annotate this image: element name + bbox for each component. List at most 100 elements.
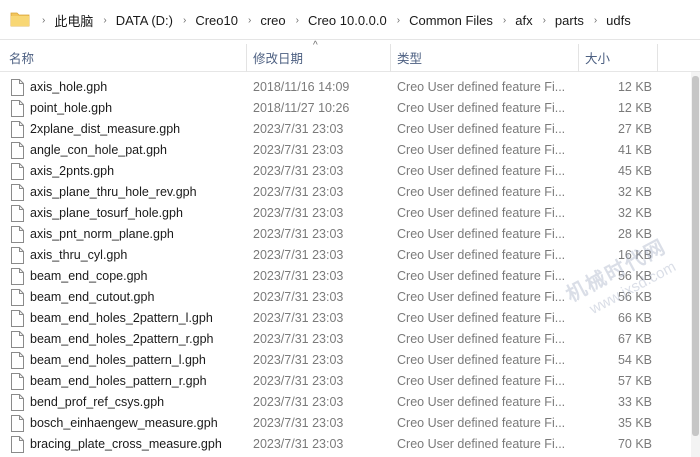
chevron-right-icon[interactable]: › (248, 15, 251, 26)
file-name: point_hole.gph (30, 101, 113, 115)
file-type: Creo User defined feature Fi... (397, 143, 566, 157)
file-date: 2023/7/31 23:03 (253, 437, 344, 451)
file-name: beam_end_holes_pattern_l.gph (30, 353, 206, 367)
breadcrumb-item[interactable]: Creo 10.0.0.0 (308, 13, 387, 28)
file-size: 66 KB (617, 311, 652, 325)
file-size: 56 KB (617, 290, 652, 304)
file-type: Creo User defined feature Fi... (397, 248, 566, 262)
file-name: beam_end_holes_2pattern_r.gph (30, 332, 214, 346)
file-row[interactable]: axis_pnt_norm_plane.gph 2023/7/31 23:03 Cr… (0, 224, 700, 245)
file-size: 12 KB (617, 80, 652, 94)
file-name: beam_end_holes_pattern_r.gph (30, 374, 207, 388)
file-type: Creo User defined feature Fi... (397, 80, 566, 94)
column-header-type[interactable]: 类型 (397, 44, 422, 72)
file-type: Creo User defined feature Fi... (397, 290, 566, 304)
file-icon (11, 415, 24, 432)
file-row[interactable]: beam_end_cope.gph 2023/7/31 23:03 Creo Use… (0, 266, 700, 287)
file-row[interactable]: bend_prof_ref_csys.gph 2023/7/31 23:03 Cre… (0, 392, 700, 413)
file-icon (11, 184, 24, 201)
file-type: Creo User defined feature Fi... (397, 437, 566, 451)
file-size: 70 KB (617, 437, 652, 451)
address-bar[interactable]: › 此电脑 › DATA (D:) › Creo10 › creo › Creo 10.0.0.0… (0, 0, 700, 40)
file-icon (11, 247, 24, 264)
breadcrumb-item[interactable]: parts (555, 13, 584, 28)
breadcrumb-item[interactable]: udfs (606, 13, 631, 28)
file-type: Creo User defined feature Fi... (397, 395, 566, 409)
file-name: bracing_plate_cross_measure.gph (30, 437, 222, 451)
breadcrumb-item[interactable]: Common Files (409, 13, 493, 28)
file-row[interactable]: point_hole.gph 2018/11/27 10:26 Creo User … (0, 98, 700, 119)
file-row[interactable]: angle_con_hole_pat.gph 2023/7/31 23:03 Cre… (0, 140, 700, 161)
file-size: 12 KB (617, 101, 652, 115)
file-row[interactable]: 2xplane_dist_measure.gph 2023/7/31 23:03 C… (0, 119, 700, 140)
chevron-right-icon[interactable]: › (296, 15, 299, 26)
file-date: 2023/7/31 23:03 (253, 248, 344, 262)
file-date: 2023/7/31 23:03 (253, 122, 344, 136)
file-type: Creo User defined feature Fi... (397, 269, 566, 283)
column-divider[interactable] (657, 44, 658, 72)
scrollbar-thumb[interactable] (692, 76, 699, 436)
file-row[interactable]: axis_thru_cyl.gph 2023/7/31 23:03 Creo Use… (0, 245, 700, 266)
file-name: axis_thru_cyl.gph (30, 248, 128, 262)
file-date: 2023/7/31 23:03 (253, 164, 344, 178)
file-icon (11, 205, 24, 222)
breadcrumb-item[interactable]: DATA (D:) (116, 13, 173, 28)
file-row[interactable]: axis_2pnts.gph 2023/7/31 23:03 Creo User d… (0, 161, 700, 182)
file-icon (11, 310, 24, 327)
breadcrumb-item[interactable]: 此电脑 (54, 11, 93, 30)
chevron-right-icon[interactable]: › (397, 15, 400, 26)
breadcrumb-item[interactable]: creo (260, 13, 285, 28)
file-icon (11, 100, 24, 117)
chevron-right-icon[interactable]: › (103, 15, 106, 26)
breadcrumb-item[interactable]: Creo10 (195, 13, 238, 28)
file-size: 27 KB (617, 122, 652, 136)
sort-up-icon: ^ (313, 40, 318, 51)
file-name: axis_plane_tosurf_hole.gph (30, 206, 183, 220)
file-row[interactable]: bosch_einhaengew_measure.gph 2023/7/31 23… (0, 413, 700, 434)
file-icon (11, 373, 24, 390)
file-type: Creo User defined feature Fi... (397, 185, 566, 199)
file-name: bend_prof_ref_csys.gph (30, 395, 165, 409)
file-row[interactable]: beam_end_holes_2pattern_l.gph 2023/7/31 2… (0, 308, 700, 329)
chevron-right-icon[interactable]: › (543, 15, 546, 26)
file-row[interactable]: axis_plane_tosurf_hole.gph 2023/7/31 23:0… (0, 203, 700, 224)
file-icon (11, 226, 24, 243)
chevron-right-icon[interactable]: › (42, 15, 45, 26)
file-size: 33 KB (617, 395, 652, 409)
file-size: 54 KB (617, 353, 652, 367)
file-row[interactable]: beam_end_cutout.gph 2023/7/31 23:03 Creo U… (0, 287, 700, 308)
column-header-size[interactable]: 大小 (585, 44, 610, 72)
file-size: 32 KB (617, 185, 652, 199)
file-row[interactable]: bracing_plate_cross_measure.gph 2023/7/31… (0, 434, 700, 455)
chevron-right-icon[interactable]: › (183, 15, 186, 26)
file-row[interactable]: beam_end_holes_pattern_r.gph 2023/7/31 23… (0, 371, 700, 392)
folder-icon (10, 12, 30, 27)
file-size: 32 KB (617, 206, 652, 220)
file-icon (11, 394, 24, 411)
column-header-date[interactable]: 修改日期 (253, 44, 303, 72)
chevron-right-icon[interactable]: › (503, 15, 506, 26)
column-header-name[interactable]: 名称 (9, 44, 34, 72)
file-name: beam_end_cope.gph (30, 269, 148, 283)
column-divider[interactable] (390, 44, 391, 72)
file-size: 16 KB (617, 248, 652, 262)
file-date: 2023/7/31 23:03 (253, 290, 344, 304)
file-name: beam_end_cutout.gph (30, 290, 155, 304)
file-row[interactable]: axis_hole.gph 2018/11/16 14:09 Creo User d… (0, 77, 700, 98)
file-icon (11, 142, 24, 159)
column-divider[interactable] (578, 44, 579, 72)
file-icon (11, 436, 24, 453)
column-divider[interactable] (246, 44, 247, 72)
file-row[interactable]: beam_end_holes_2pattern_r.gph 2023/7/31 2… (0, 329, 700, 350)
file-size: 57 KB (617, 374, 652, 388)
chevron-right-icon[interactable]: › (594, 15, 597, 26)
file-size: 67 KB (617, 332, 652, 346)
file-row[interactable]: axis_plane_thru_hole_rev.gph 2023/7/31 23… (0, 182, 700, 203)
file-type: Creo User defined feature Fi... (397, 416, 566, 430)
file-type: Creo User defined feature Fi... (397, 227, 566, 241)
file-row[interactable]: beam_end_holes_pattern_l.gph 2023/7/31 23… (0, 350, 700, 371)
file-type: Creo User defined feature Fi... (397, 164, 566, 178)
file-name: 2xplane_dist_measure.gph (30, 122, 181, 136)
file-name: axis_2pnts.gph (30, 164, 115, 178)
breadcrumb-item[interactable]: afx (515, 13, 532, 28)
